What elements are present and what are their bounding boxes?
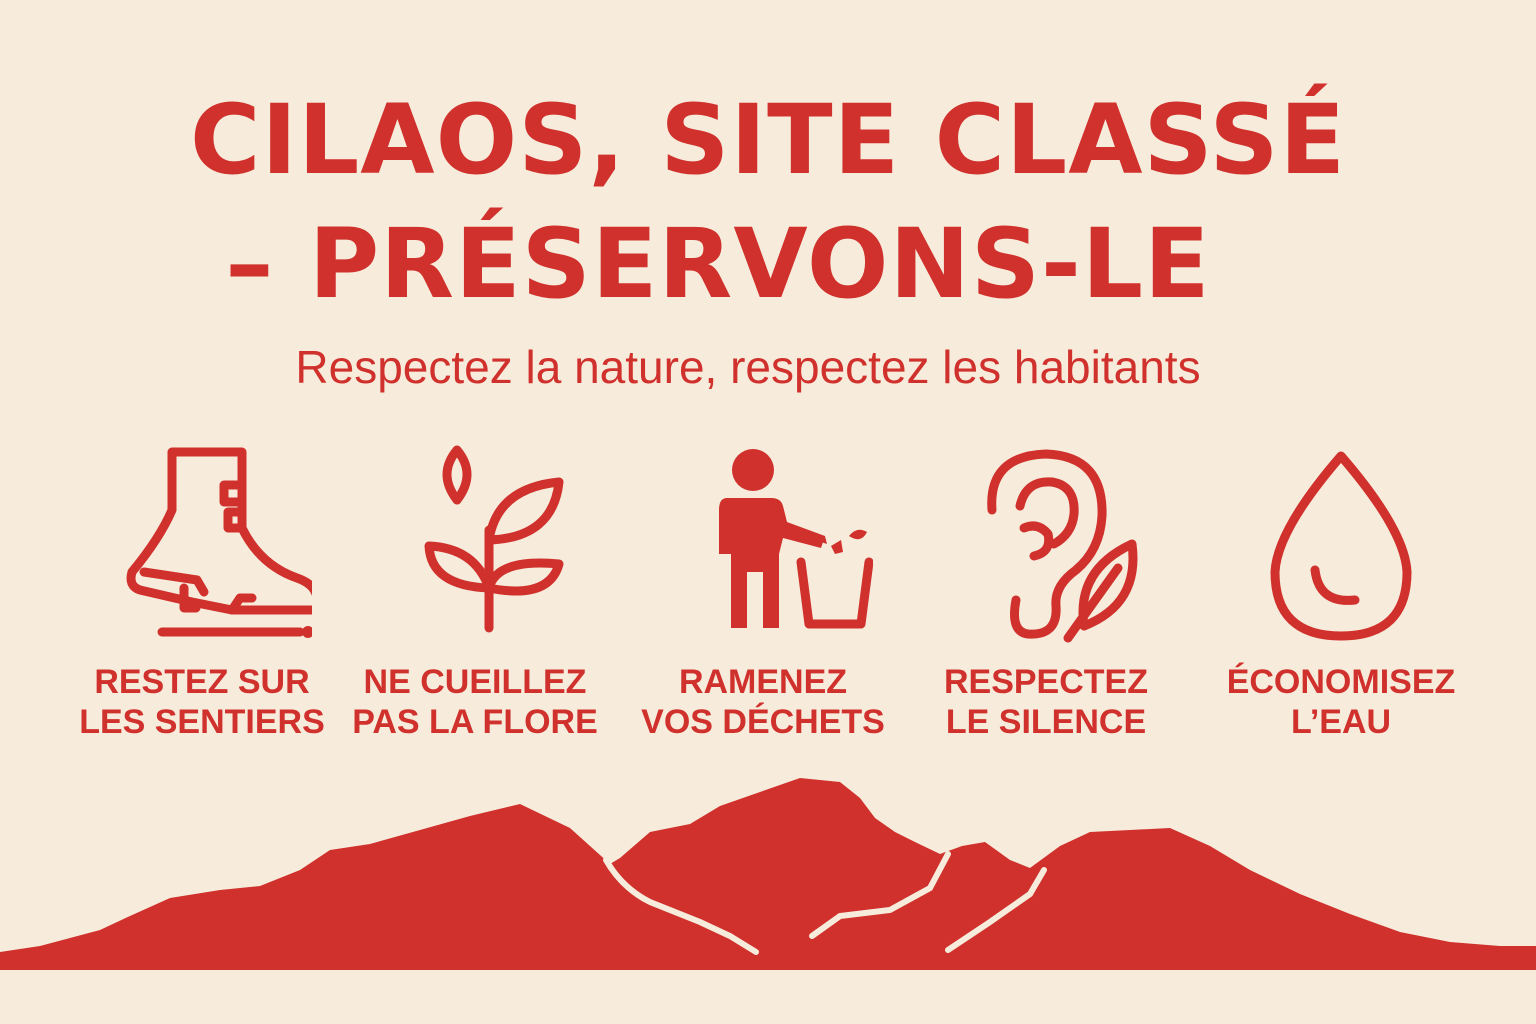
rule-bring-back-waste: RAMENEZ VOS DÉCHETS	[628, 440, 898, 742]
person-trash-bin-icon	[719, 449, 873, 629]
poster-title-line-2: – PRÉSERVONS-LE	[225, 208, 1211, 320]
rule-label: RESPECTEZ LE SILENCE	[943, 663, 1149, 741]
water-drop-icon	[1270, 451, 1412, 641]
rule-stay-on-trails: RESTEZ SUR LES SENTIERS	[67, 440, 337, 742]
rule-save-water: ÉCONOMISEZ L’EAU	[1206, 440, 1476, 742]
plant-sprout-icon	[424, 445, 564, 633]
rule-label: RESTEZ SUR LES SENTIERS	[79, 663, 325, 741]
rule-label: NE CUEILLEZ PAS LA FLORE	[352, 663, 598, 741]
rule-label: ÉCONOMISEZ L’EAU	[1226, 663, 1456, 741]
rule-no-flower-picking: NE CUEILLEZ PAS LA FLORE	[340, 440, 610, 742]
mountain-silhouette	[0, 778, 1536, 970]
rule-label: RAMENEZ VOS DÉCHETS	[641, 663, 885, 741]
ear-leaf-icon	[987, 449, 1138, 643]
poster-title-line-1: CILAOS, SITE CLASSÉ	[189, 84, 1347, 196]
poster-subtitle: Respectez la nature, respectez les habit…	[295, 341, 1201, 393]
rule-respect-silence: RESPECTEZ LE SILENCE	[911, 440, 1181, 742]
hiking-boot-icon	[126, 447, 312, 638]
